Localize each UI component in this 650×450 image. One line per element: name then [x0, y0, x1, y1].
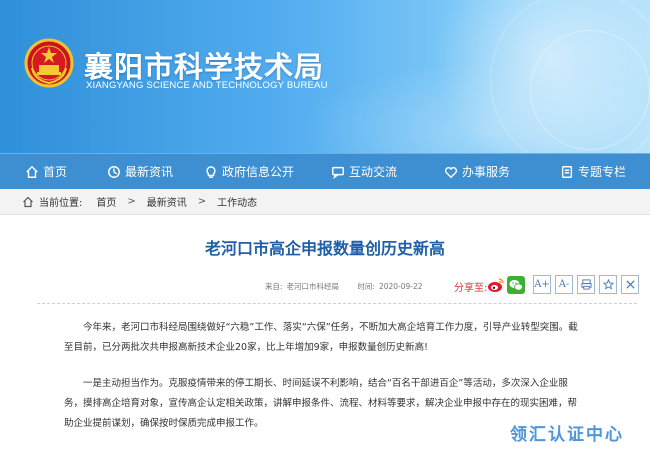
time-label: 时间:	[357, 282, 375, 291]
nav-item-label: 办事服务	[461, 165, 510, 179]
lightbulb-icon	[206, 165, 216, 178]
chat-icon	[332, 166, 344, 179]
breadcrumb: 当前位置: 首页 > 最新资讯 > 工作动态	[0, 189, 650, 215]
clock-icon	[108, 165, 120, 178]
nav-item-home[interactable]: 首页	[0, 154, 92, 190]
nav-item-topics[interactable]: 专题专栏	[536, 154, 650, 190]
font-increase-button[interactable]: A+	[533, 275, 551, 294]
heart-icon	[444, 166, 458, 178]
article-paragraph: 一是主动担当作为。克服疫情带来的停工期长、时间延误不利影响，结合“百名干部进百企…	[64, 378, 578, 429]
document-icon	[561, 165, 573, 178]
home-icon	[23, 196, 33, 207]
print-button[interactable]	[577, 275, 595, 294]
close-button[interactable]	[621, 275, 639, 294]
nav-item-label: 专题专栏	[577, 165, 626, 179]
nav-item-news[interactable]: 最新资讯	[92, 154, 188, 190]
article-meta: 来自: 老河口市科经局 时间: 2020-09-22	[265, 281, 427, 292]
article-paragraph: 今年来，老河口市科经局围绕做好“六稳”工作、落实“六保”任务，不断加大高企培育工…	[64, 322, 578, 353]
print-icon	[580, 279, 592, 290]
nav-item-label: 最新资讯	[124, 165, 173, 179]
header-banner: 襄阳市科学技术局 XIANGYANG SCIENCE AND TECHNOLOG…	[0, 0, 650, 153]
nav-item-label: 互动交流	[348, 165, 397, 179]
favorite-button[interactable]	[599, 275, 617, 294]
nav-item-services[interactable]: 办事服务	[418, 154, 536, 190]
watermark: 领汇认证中心	[510, 425, 624, 445]
font-decrease-button[interactable]: A-	[555, 275, 573, 294]
breadcrumb-news-link[interactable]: 最新资讯	[147, 194, 187, 209]
article-divider	[37, 303, 637, 304]
article-time: 2020-09-22	[378, 282, 423, 291]
breadcrumb-separator: >	[197, 196, 207, 207]
breadcrumb-home-link[interactable]: 首页	[96, 194, 116, 209]
article-source: 老河口市科经局	[286, 282, 340, 291]
close-icon	[625, 280, 635, 289]
breadcrumb-separator: >	[127, 196, 136, 207]
star-icon	[602, 279, 614, 290]
home-icon	[26, 165, 38, 178]
share-label: 分享至:	[454, 283, 488, 294]
main-nav: 首页 最新资讯 政府信息公开 互动交流 办事服务 专题专栏	[0, 153, 650, 189]
national-emblem-icon	[24, 38, 74, 88]
site-subtitle: XIANGYANG SCIENCE AND TECHNOLOGY BUREAU	[86, 80, 328, 91]
nav-item-interaction[interactable]: 互动交流	[310, 154, 418, 190]
wechat-icon[interactable]	[507, 276, 525, 294]
nav-item-label: 政府信息公开	[221, 165, 294, 179]
banner-ring	[530, 30, 650, 150]
source-label: 来自:	[265, 282, 283, 291]
article-title: 老河口市高企申报数量创历史新高	[204, 239, 445, 258]
breadcrumb-current-link[interactable]: 工作动态	[217, 194, 257, 209]
weibo-icon[interactable]	[487, 276, 505, 294]
nav-item-label: 首页	[42, 165, 67, 179]
breadcrumb-prefix: 当前位置:	[39, 198, 83, 209]
nav-item-gov-info[interactable]: 政府信息公开	[188, 154, 310, 190]
